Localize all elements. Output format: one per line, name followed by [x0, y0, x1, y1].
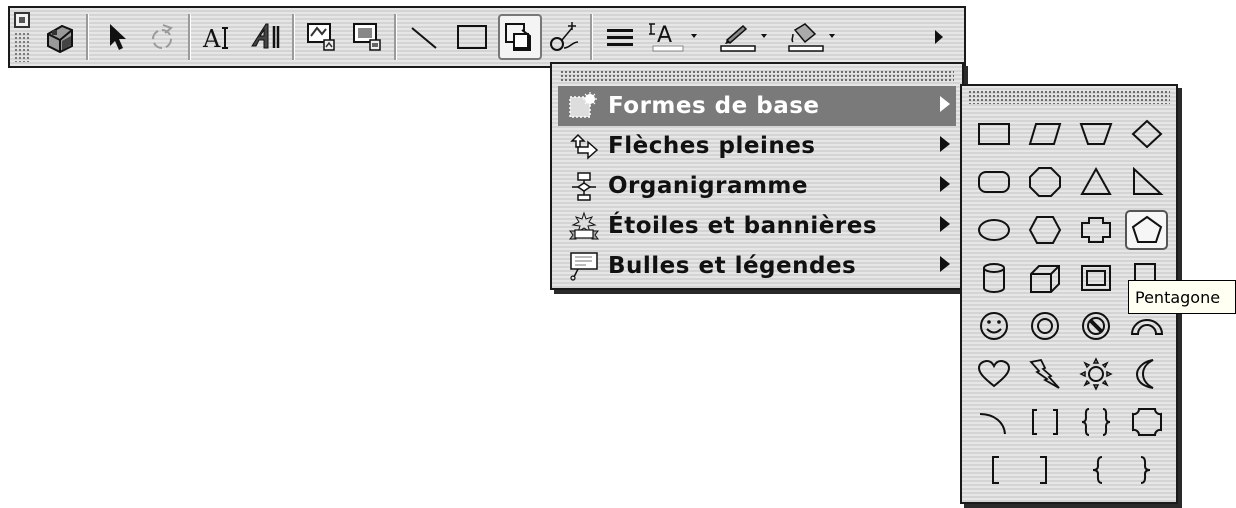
diamond-shape-icon[interactable] [1121, 110, 1172, 158]
submenu-arrow-icon [940, 96, 950, 112]
fill-color-icon[interactable] [780, 14, 850, 60]
moon-shape-icon[interactable] [1121, 350, 1172, 398]
submenu-arrow-icon [940, 256, 950, 272]
octagon-shape-icon[interactable] [1019, 158, 1070, 206]
left-brace-shape-icon[interactable] [1070, 446, 1121, 494]
select-arrow-icon[interactable] [94, 14, 138, 60]
heart-shape-icon[interactable] [968, 350, 1019, 398]
arc-shape-icon[interactable] [968, 398, 1019, 446]
can-shape-icon[interactable] [968, 254, 1019, 302]
3d-object-icon[interactable] [38, 14, 82, 60]
basic-shapes-icon [566, 90, 602, 122]
connectors-icon[interactable] [544, 14, 588, 60]
parallelogram-shape-icon[interactable] [1019, 110, 1070, 158]
line-color-icon[interactable] [714, 14, 778, 60]
plaque-shape-icon[interactable] [1121, 398, 1172, 446]
submenu-arrow-icon [940, 216, 950, 232]
rectangle-icon[interactable] [450, 14, 494, 60]
right-brace-shape-icon[interactable] [1121, 446, 1172, 494]
text-box-icon[interactable]: A [196, 14, 240, 60]
palette-tear-off-bar[interactable] [968, 90, 1170, 104]
menu-item-block-arrows[interactable]: Flèches pleines [558, 126, 956, 166]
menu-item-callouts[interactable]: Bulles et légendes [558, 246, 956, 286]
smiley-face-shape-icon[interactable] [968, 302, 1019, 350]
cross-shape-icon[interactable] [1070, 206, 1121, 254]
menu-item-label: Bulles et légendes [608, 253, 857, 279]
double-bracket-shape-icon[interactable] [1019, 398, 1070, 446]
oval-shape-icon[interactable] [968, 206, 1019, 254]
menu-item-flowchart[interactable]: Organigramme [558, 166, 956, 206]
more-buttons-arrow-icon[interactable] [924, 14, 954, 60]
insert-picture-icon[interactable] [346, 14, 390, 60]
donut-shape-icon[interactable] [1019, 302, 1070, 350]
drawing-toolbar: A A [8, 6, 966, 68]
stars-banners-icon [566, 210, 602, 242]
menu-item-stars-banners[interactable]: Étoiles et bannières [558, 206, 956, 246]
menu-item-label: Étoiles et bannières [608, 213, 878, 239]
submenu-arrow-icon [940, 136, 950, 152]
line-icon[interactable] [402, 14, 446, 60]
bevel-shape-icon[interactable] [1070, 254, 1121, 302]
submenu-arrow-icon [940, 176, 950, 192]
block-arrows-icon [566, 130, 602, 162]
line-style-icon[interactable] [598, 14, 642, 60]
menu-item-label: Organigramme [608, 173, 808, 199]
right-triangle-shape-icon[interactable] [1121, 158, 1172, 206]
menu-item-basic-shapes[interactable]: Formes de base [558, 86, 956, 126]
sun-shape-icon[interactable] [1070, 350, 1121, 398]
autoshapes-menu: Formes de base Flèches pleines Organigra… [550, 62, 964, 290]
lightning-bolt-shape-icon[interactable] [1019, 350, 1070, 398]
callouts-icon [566, 250, 602, 282]
rounded-rectangle-shape-icon[interactable] [968, 158, 1019, 206]
insert-clipart-icon[interactable] [300, 14, 344, 60]
toolbar-drag-handle[interactable] [14, 32, 30, 62]
menu-tear-off-bar[interactable] [560, 70, 954, 82]
rectangle-shape-icon[interactable] [968, 110, 1019, 158]
hexagon-shape-icon[interactable] [1019, 206, 1070, 254]
flowchart-icon [566, 170, 602, 202]
autoshapes-icon[interactable] [498, 14, 542, 60]
pentagon-shape-icon[interactable] [1125, 210, 1168, 250]
cube-shape-icon[interactable] [1019, 254, 1070, 302]
menu-item-label: Formes de base [608, 93, 820, 119]
svg-text:A: A [202, 25, 221, 53]
shape-tooltip: Pentagone [1128, 280, 1236, 314]
triangle-shape-icon[interactable] [1070, 158, 1121, 206]
wordart-icon[interactable] [244, 14, 288, 60]
free-rotate-icon[interactable] [140, 14, 184, 60]
no-symbol-shape-icon[interactable] [1070, 302, 1121, 350]
double-brace-shape-icon[interactable] [1070, 398, 1121, 446]
right-bracket-shape-icon[interactable] [1019, 446, 1070, 494]
trapezoid-shape-icon[interactable] [1070, 110, 1121, 158]
font-color-icon[interactable]: A [642, 14, 712, 60]
font-color-sample: A [657, 23, 672, 48]
menu-item-label: Flèches pleines [608, 133, 816, 159]
toolbar-close-box[interactable] [14, 12, 30, 28]
left-bracket-shape-icon[interactable] [968, 446, 1019, 494]
